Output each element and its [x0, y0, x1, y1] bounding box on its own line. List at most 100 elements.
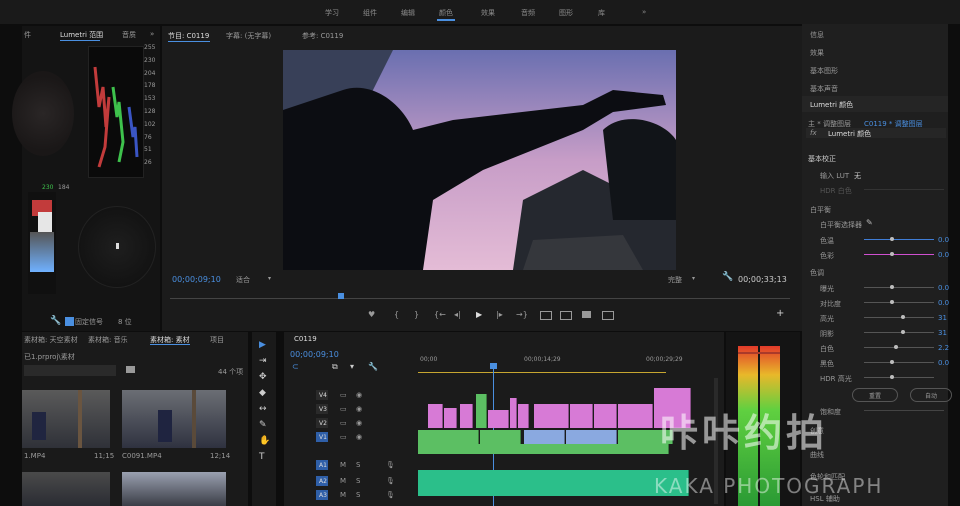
wrench-icon[interactable]: 🔧 [722, 272, 733, 282]
tab-project[interactable]: 项目 [210, 335, 224, 345]
tab-captions[interactable]: 字幕: (无字幕) [226, 31, 271, 41]
timeline-clip[interactable] [418, 484, 689, 496]
thumbnail[interactable] [122, 472, 226, 506]
marker-icon[interactable]: ▾ [350, 362, 354, 371]
linked-selection-icon[interactable]: ⧉ [332, 362, 338, 372]
scrub-bar[interactable] [170, 298, 790, 299]
eyedropper-icon[interactable]: ✎ [866, 218, 873, 227]
timeline-clip[interactable] [418, 430, 479, 444]
basic-correction-header[interactable]: 基本校正 [808, 154, 836, 164]
white-balance-group[interactable]: 白平衡 [810, 205, 831, 215]
slider-value[interactable]: 0.0 [938, 359, 949, 367]
slider-track[interactable] [864, 362, 934, 363]
razor-tool-icon[interactable]: ◆ [259, 388, 266, 398]
menu-effects[interactable]: 效果 [481, 8, 495, 18]
thumbnail[interactable] [122, 390, 226, 448]
slider-knob[interactable] [890, 360, 894, 364]
hdr-white-slider[interactable] [864, 189, 944, 190]
lut-select[interactable]: 无 [854, 171, 861, 181]
mark-in-icon[interactable]: { [394, 310, 399, 319]
search-input[interactable] [24, 365, 116, 376]
slider-track[interactable] [864, 239, 934, 240]
slider-value[interactable]: 0.0 [938, 284, 949, 292]
step-forward-icon[interactable]: |▸ [496, 310, 503, 319]
selection-tool-icon[interactable]: ▶ [259, 340, 266, 350]
slider-knob[interactable] [890, 285, 894, 289]
menu-edit[interactable]: 编辑 [401, 8, 415, 18]
menu-audio[interactable]: 音频 [521, 8, 535, 18]
menu-graphics[interactable]: 图形 [559, 8, 573, 18]
thumbnail[interactable] [22, 390, 110, 448]
chevron-down-icon[interactable]: ▾ [692, 275, 695, 282]
timeline-clip[interactable] [428, 404, 443, 428]
slider-value[interactable]: 0.0 [938, 236, 949, 244]
tone-group[interactable]: 色调 [810, 268, 824, 278]
timeline-clip[interactable] [488, 410, 509, 428]
comparison-view-icon[interactable] [602, 311, 614, 320]
microphone-icon[interactable]: 🎙 [386, 491, 395, 499]
chevron-down-icon[interactable]: ▾ [268, 275, 271, 282]
solo-icon[interactable]: S [356, 461, 360, 469]
film-icon[interactable]: ▭ [340, 419, 347, 427]
slider-knob[interactable] [890, 300, 894, 304]
hand-tool-icon[interactable]: ✋ [259, 436, 270, 446]
timeline-clip[interactable] [460, 404, 473, 428]
tab-bin-music[interactable]: 素材箱: 音乐 [88, 335, 128, 345]
menu-assembly[interactable]: 组件 [363, 8, 377, 18]
solo-icon[interactable]: S [356, 491, 360, 499]
lumetri-color-title[interactable]: Lumetri 颜色 [810, 100, 853, 110]
menu-more-icon[interactable]: » [642, 8, 646, 16]
panel-essential-graphics[interactable]: 基本图形 [810, 66, 838, 76]
tab-audio[interactable]: 音质 [122, 30, 136, 40]
thumbnail[interactable] [22, 472, 110, 506]
timeline-clip[interactable] [418, 470, 689, 484]
slip-tool-icon[interactable]: ↔ [259, 404, 267, 414]
clamp-checkbox[interactable] [65, 317, 74, 326]
slider-knob[interactable] [890, 237, 894, 241]
panel-essential-sound[interactable]: 基本声音 [810, 84, 838, 94]
eye-icon[interactable]: ◉ [356, 419, 362, 427]
eye-icon[interactable]: ◉ [356, 405, 362, 413]
slider-track[interactable] [864, 347, 934, 348]
slider-track[interactable] [864, 377, 934, 378]
panel-more-icon[interactable]: » [150, 30, 154, 38]
film-icon[interactable]: ▭ [340, 433, 347, 441]
microphone-icon[interactable]: 🎙 [386, 461, 395, 469]
zoom-fit-select[interactable]: 适合 [236, 275, 250, 285]
timeline-clip[interactable] [594, 404, 617, 428]
tab-bin-sky[interactable]: 素材箱: 天空素材 [24, 335, 78, 345]
camera-icon[interactable] [582, 311, 591, 318]
timeline-clip[interactable] [566, 430, 617, 444]
slider-value[interactable]: 0.0 [938, 299, 949, 307]
slider-value[interactable]: 0.0 [938, 251, 949, 259]
menu-library[interactable]: 库 [598, 8, 605, 18]
add-button-icon[interactable]: + [776, 308, 784, 319]
type-tool-icon[interactable]: T [259, 452, 265, 462]
bit-depth-select[interactable]: 8 位 [118, 317, 132, 327]
menu-learn[interactable]: 学习 [325, 8, 339, 18]
panel-info[interactable]: 信息 [810, 30, 824, 40]
playhead-handle[interactable] [338, 293, 344, 299]
go-to-out-icon[interactable]: →} [516, 310, 528, 319]
mark-out-icon[interactable]: } [414, 310, 419, 319]
new-bin-icon[interactable] [126, 366, 135, 373]
ripple-edit-tool-icon[interactable]: ✥ [259, 372, 267, 382]
slider-track[interactable] [864, 332, 934, 333]
tab-reference[interactable]: 参考: C0119 [302, 31, 343, 41]
timeline-clip[interactable] [444, 408, 457, 428]
go-to-in-icon[interactable]: {← [434, 310, 446, 319]
playhead-timecode[interactable]: 00;00;09;10 [172, 275, 221, 284]
slider-track[interactable] [864, 287, 934, 288]
slider-knob[interactable] [890, 375, 894, 379]
slider-value[interactable]: 31 [938, 314, 947, 322]
track-select-tool-icon[interactable]: ⇥ [259, 356, 267, 366]
slider-knob[interactable] [890, 252, 894, 256]
slider-track[interactable] [864, 254, 934, 255]
eye-icon[interactable]: ◉ [356, 391, 362, 399]
slider-track[interactable] [864, 317, 934, 318]
reset-button[interactable]: 重置 [852, 388, 898, 402]
work-area-bar[interactable] [418, 372, 666, 373]
slider-value[interactable]: 2.2 [938, 344, 949, 352]
sequence-tab[interactable]: C0119 [294, 335, 317, 343]
panel-effects[interactable]: 效果 [810, 48, 824, 58]
